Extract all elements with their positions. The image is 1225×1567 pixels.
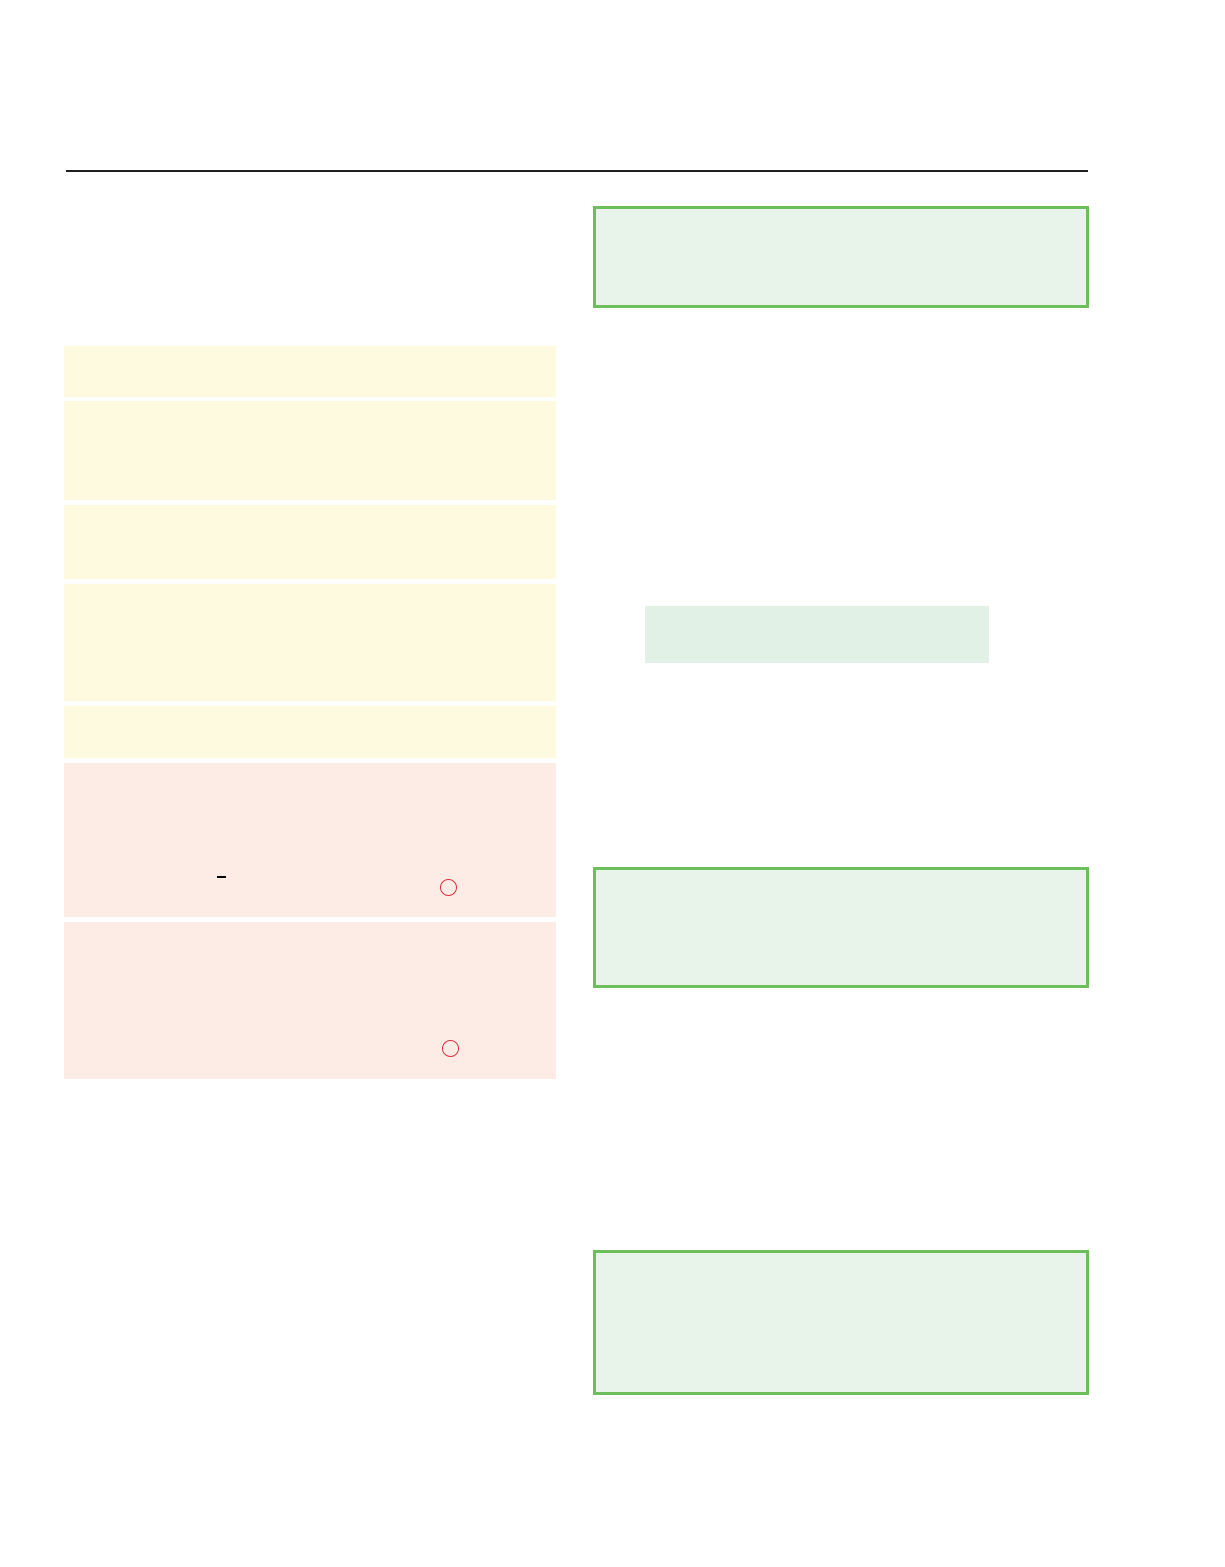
table-row-5	[64, 706, 556, 758]
table-row-4	[64, 584, 556, 701]
table-row-6	[64, 763, 556, 917]
callout-box-1	[593, 206, 1089, 308]
dash-icon	[217, 876, 226, 878]
callout-box-3	[593, 1250, 1089, 1395]
table-row-2	[64, 401, 556, 500]
page: { "colors": { "rule": "#1f1f1f", "green_…	[0, 0, 1225, 1567]
shaded-equation-box	[645, 606, 989, 663]
red-circle-icon	[442, 1040, 459, 1057]
red-circle-icon	[440, 879, 457, 896]
top-rule	[66, 170, 1088, 172]
table-row-1	[64, 346, 556, 397]
table-row-3	[64, 505, 556, 579]
table-row-7	[64, 922, 556, 1079]
callout-box-2	[593, 867, 1089, 988]
